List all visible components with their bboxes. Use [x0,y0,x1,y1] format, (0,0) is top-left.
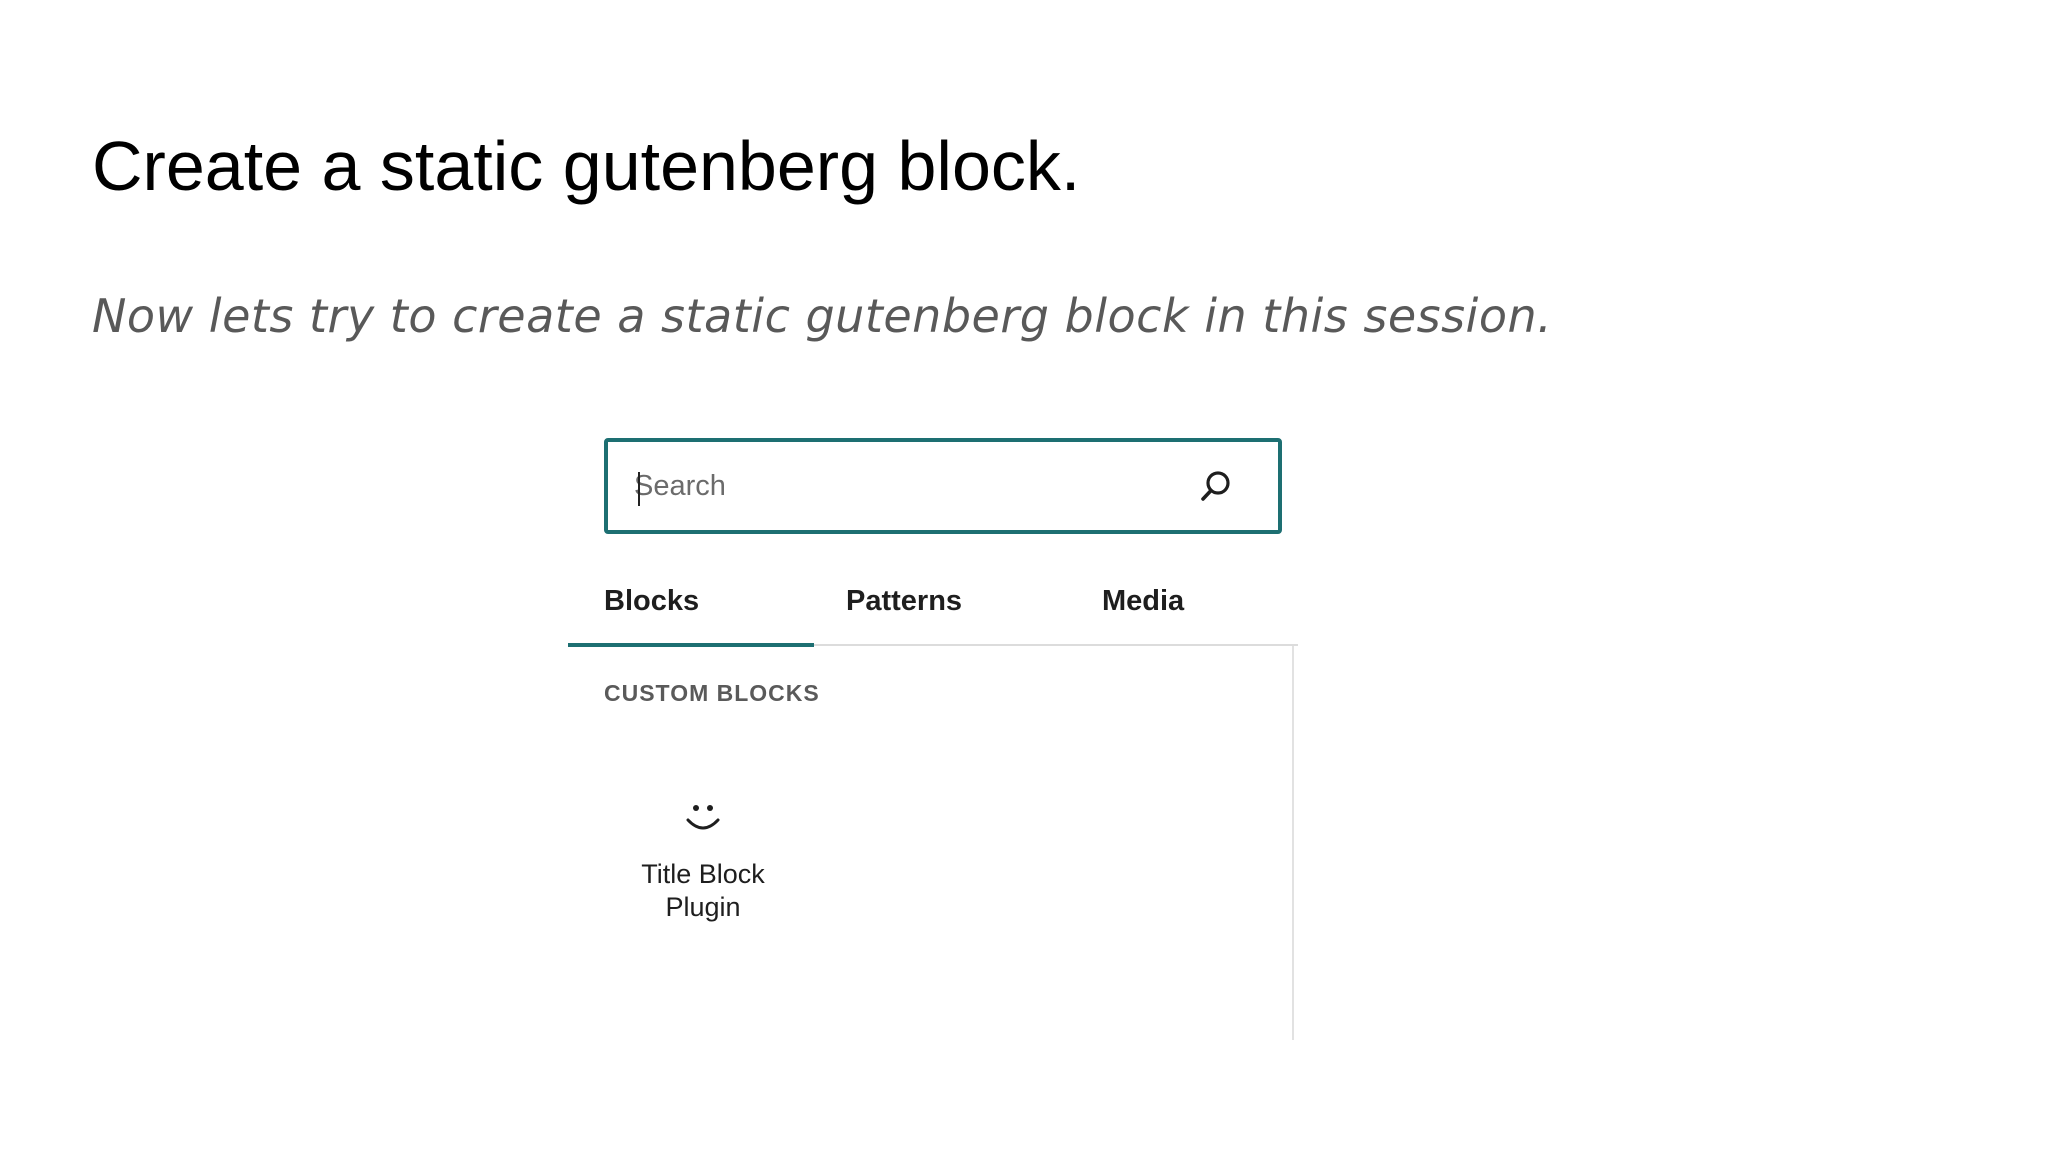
tab-blocks-label: Blocks [604,584,700,617]
tab-patterns[interactable]: Patterns [846,558,962,644]
panel-divider [1292,646,1294,1040]
tab-blocks[interactable]: Blocks [604,558,699,644]
text-caret [638,472,640,506]
search-box[interactable] [604,438,1282,534]
category-heading: CUSTOM BLOCKS [604,680,820,706]
tab-media[interactable]: Media [1102,558,1184,644]
inserter-tabs: Blocks Patterns Media [568,558,1298,647]
smiley-icon [681,796,725,840]
search-icon[interactable] [1194,464,1238,508]
active-tab-indicator [568,643,814,647]
tab-patterns-label: Patterns [846,584,963,617]
slide-subtitle: Now lets try to create a static gutenber… [92,289,1553,343]
block-inserter-panel: Blocks Patterns Media CUSTOM BLOCKS Titl… [568,420,1298,1040]
slide-title: Create a static gutenberg block. [92,127,1081,205]
search-input[interactable] [608,442,1194,530]
block-item-title-block-plugin[interactable]: Title Block Plugin [618,788,788,978]
slide: Create a static gutenberg block. Now let… [0,0,2048,1152]
tab-media-label: Media [1102,584,1185,617]
block-item-label: Title Block Plugin [641,859,765,922]
